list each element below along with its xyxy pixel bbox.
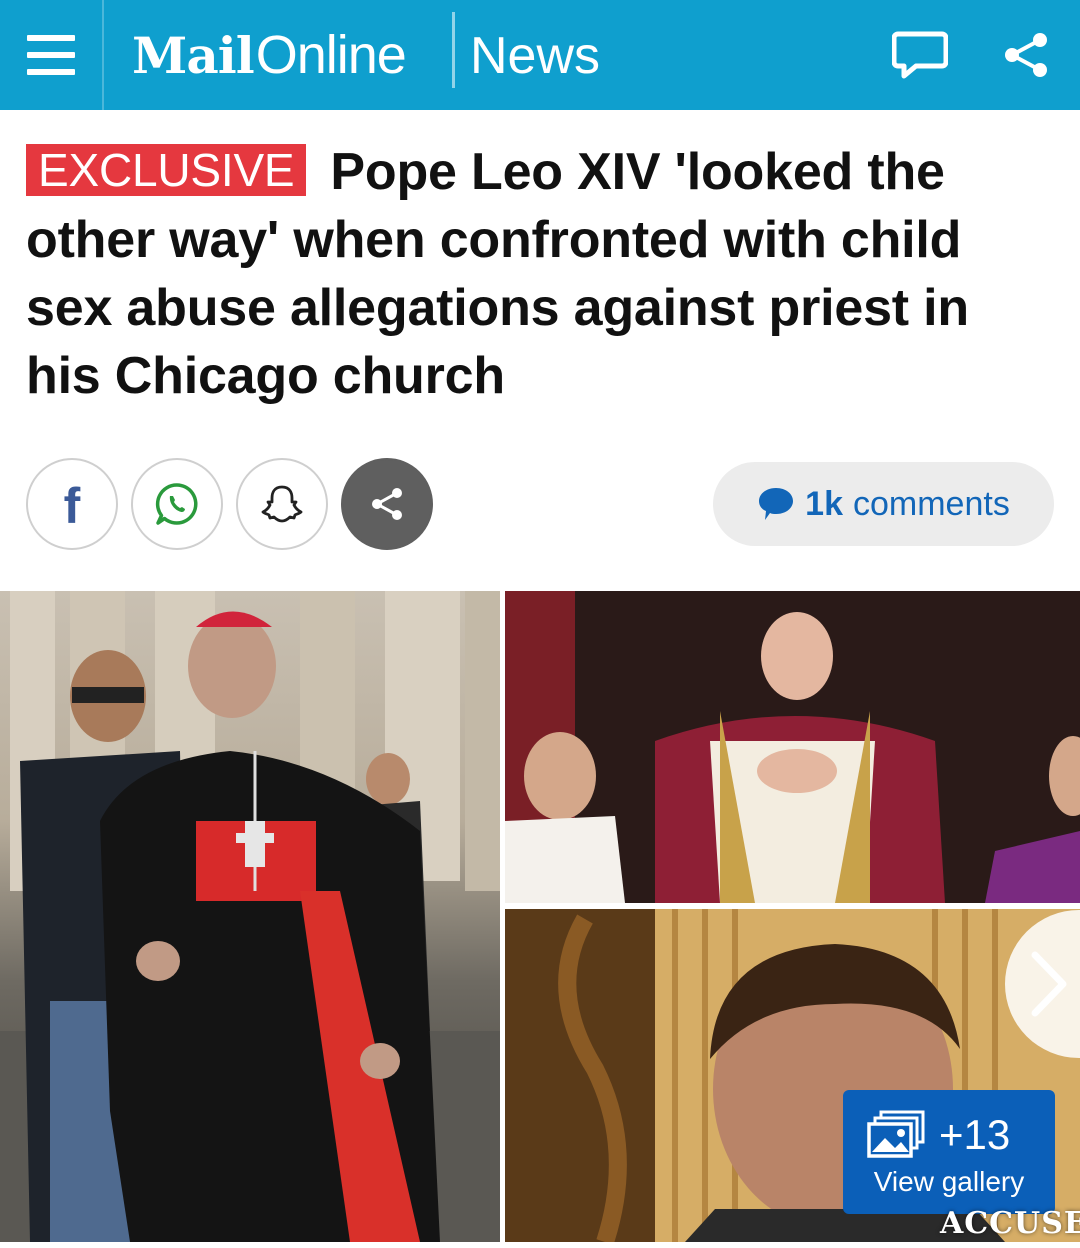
header-divider <box>452 12 455 88</box>
facebook-icon: f <box>63 478 81 534</box>
more-share-button[interactable] <box>341 458 433 550</box>
comments-count: 1k <box>805 484 843 523</box>
comments-button[interactable]: 1k comments <box>713 462 1054 546</box>
share-icon <box>372 488 402 520</box>
share-icon[interactable] <box>1000 30 1052 80</box>
comments-label: comments <box>853 484 1010 523</box>
view-gallery-button[interactable]: +13 View gallery <box>843 1090 1055 1214</box>
whatsapp-icon <box>155 483 198 525</box>
view-gallery-label: View gallery <box>873 1166 1025 1197</box>
snapchat-share-button[interactable] <box>236 458 328 550</box>
whatsapp-share-button[interactable] <box>131 458 223 550</box>
speech-bubble-icon <box>759 488 794 520</box>
hamburger-menu-icon <box>27 35 75 75</box>
exclusive-label: EXCLUSIVE <box>26 144 307 196</box>
menu-button[interactable] <box>0 0 104 110</box>
snapchat-icon <box>261 485 303 523</box>
photo-caption-overlay: ACCUSER <box>940 1206 1080 1241</box>
photo-pope-balcony <box>505 591 1080 903</box>
site-logo[interactable]: Mail Online <box>132 22 407 88</box>
top-header: Mail Online News <box>0 0 1080 110</box>
section-title[interactable]: News <box>470 26 600 86</box>
gallery-count-row: +13 <box>867 1110 1010 1160</box>
article-headline: EXCLUSIVE Pope Leo XIV 'looked the other … <box>26 138 1056 410</box>
photo-gallery-icon <box>867 1110 925 1158</box>
logo-online-text: Online <box>255 25 407 85</box>
chevron-right-icon <box>1031 951 1067 1017</box>
photo-cardinal <box>0 591 500 1242</box>
comment-bubble-icon[interactable] <box>892 30 948 80</box>
gallery-count: +13 <box>939 1111 1011 1158</box>
logo-mail-text: Mail <box>132 25 255 85</box>
facebook-share-button[interactable]: f <box>26 458 118 550</box>
